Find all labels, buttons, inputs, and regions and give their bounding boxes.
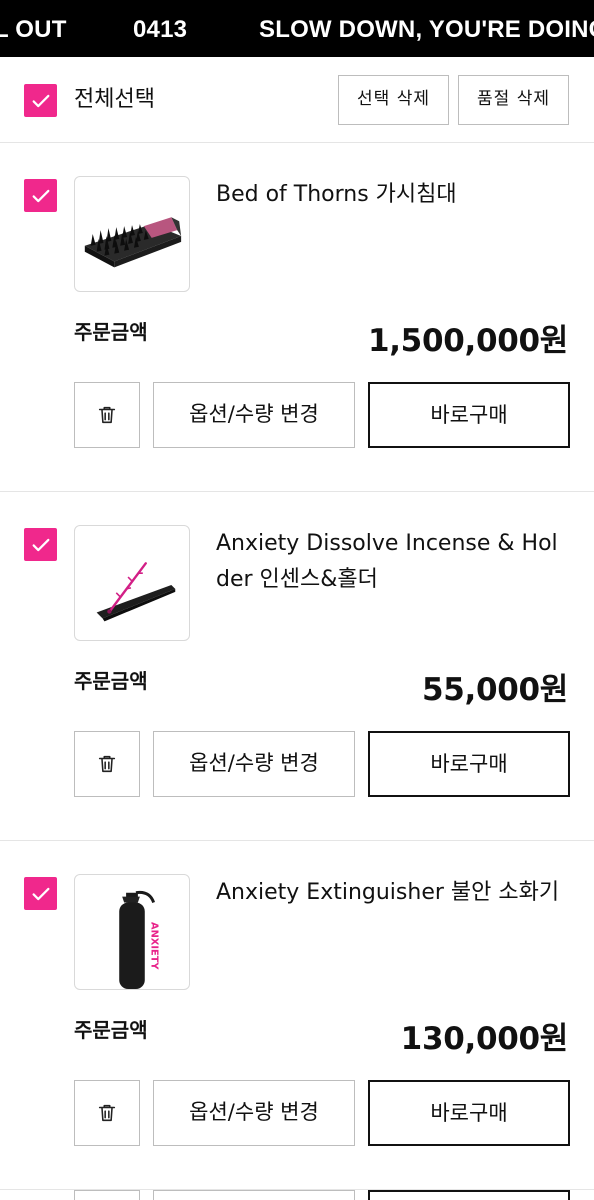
cart-item: ANXIETY Anxiety Extinguisher 불안 소화기 주문금액… <box>0 841 594 1190</box>
check-icon <box>32 189 49 202</box>
announcement-marquee: L OUT 0413 SLOW DOWN, YOU'RE DOING <box>0 0 594 57</box>
next-delete-button-edge[interactable] <box>74 1190 140 1200</box>
product-thumbnail[interactable]: ANXIETY <box>74 874 190 990</box>
product-name[interactable]: Anxiety Extinguisher 불안 소화기 <box>216 875 566 911</box>
product-thumbnail[interactable] <box>74 525 190 641</box>
delete-soldout-button[interactable]: 품절 삭제 <box>458 75 569 125</box>
order-amount-value: 55,000원 <box>421 672 568 708</box>
order-amount-value: 130,000원 <box>400 1021 569 1057</box>
marquee-text-2: 0413 <box>133 16 188 43</box>
buy-now-button[interactable]: 바로구매 <box>368 1080 570 1146</box>
bed-of-thorns-image <box>84 217 182 268</box>
next-item-peek <box>0 1190 594 1200</box>
order-amount-label: 주문금액 <box>74 669 148 693</box>
buy-now-button[interactable]: 바로구매 <box>368 731 570 797</box>
cart-item: Bed of Thorns 가시침대 주문금액 1,500,000원 옵션/수량… <box>0 143 594 492</box>
product-name[interactable]: Anxiety Dissolve Incense & Holder 인센스&홀더 <box>216 526 566 598</box>
delete-item-button[interactable] <box>74 1080 140 1146</box>
trash-icon <box>98 406 116 424</box>
delete-selected-button[interactable]: 선택 삭제 <box>338 75 449 125</box>
marquee-text-1: L OUT <box>0 16 67 43</box>
order-amount-label: 주문금액 <box>74 1018 148 1042</box>
buy-now-button[interactable]: 바로구매 <box>368 382 570 448</box>
extinguisher-label: ANXIETY <box>149 922 160 970</box>
next-buy-button-edge[interactable] <box>368 1190 570 1200</box>
trash-icon <box>98 755 116 773</box>
check-icon <box>32 887 49 900</box>
product-thumbnail[interactable] <box>74 176 190 292</box>
marquee-text-3: SLOW DOWN, YOU'RE DOING <box>259 16 594 43</box>
check-icon <box>32 94 49 107</box>
select-all-bar: 전체선택 선택 삭제 품절 삭제 <box>0 57 594 143</box>
extinguisher-image: ANXIETY <box>119 890 160 989</box>
select-all-checkbox[interactable] <box>24 84 57 117</box>
item-checkbox[interactable] <box>24 528 57 561</box>
check-icon <box>32 538 49 551</box>
product-name[interactable]: Bed of Thorns 가시침대 <box>216 177 566 213</box>
item-checkbox[interactable] <box>24 877 57 910</box>
change-option-button[interactable]: 옵션/수량 변경 <box>153 382 355 448</box>
change-option-button[interactable]: 옵션/수량 변경 <box>153 1080 355 1146</box>
cart-item: Anxiety Dissolve Incense & Holder 인센스&홀더… <box>0 492 594 841</box>
next-option-button-edge[interactable] <box>153 1190 355 1200</box>
delete-item-button[interactable] <box>74 382 140 448</box>
delete-item-button[interactable] <box>74 731 140 797</box>
select-all-label: 전체선택 <box>74 87 155 112</box>
trash-icon <box>98 1104 116 1122</box>
item-checkbox[interactable] <box>24 179 57 212</box>
order-amount-label: 주문금액 <box>74 320 148 344</box>
order-amount-value: 1,500,000원 <box>367 323 568 359</box>
incense-holder-image <box>96 562 176 622</box>
change-option-button[interactable]: 옵션/수량 변경 <box>153 731 355 797</box>
